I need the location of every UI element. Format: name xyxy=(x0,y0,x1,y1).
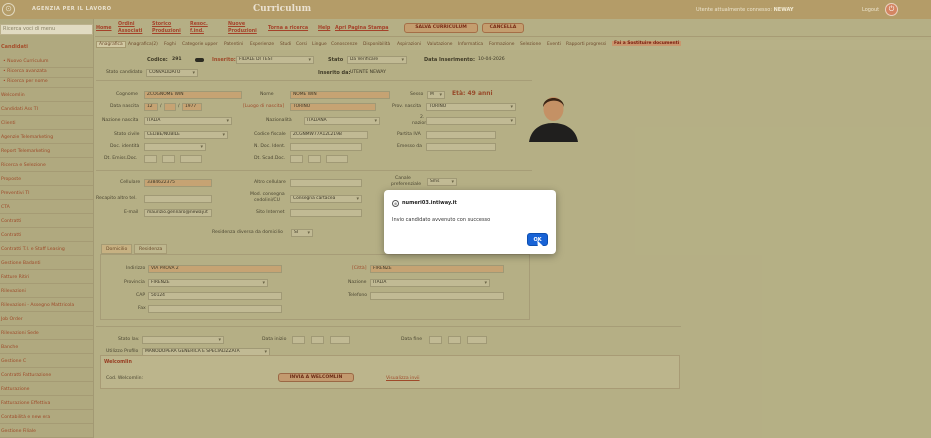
dialog-message: Invio candidato avvenuto con successo xyxy=(392,217,491,223)
globe-icon: ⊕ xyxy=(392,200,399,207)
dialog-site: numeri03.intiway.it xyxy=(402,200,457,206)
